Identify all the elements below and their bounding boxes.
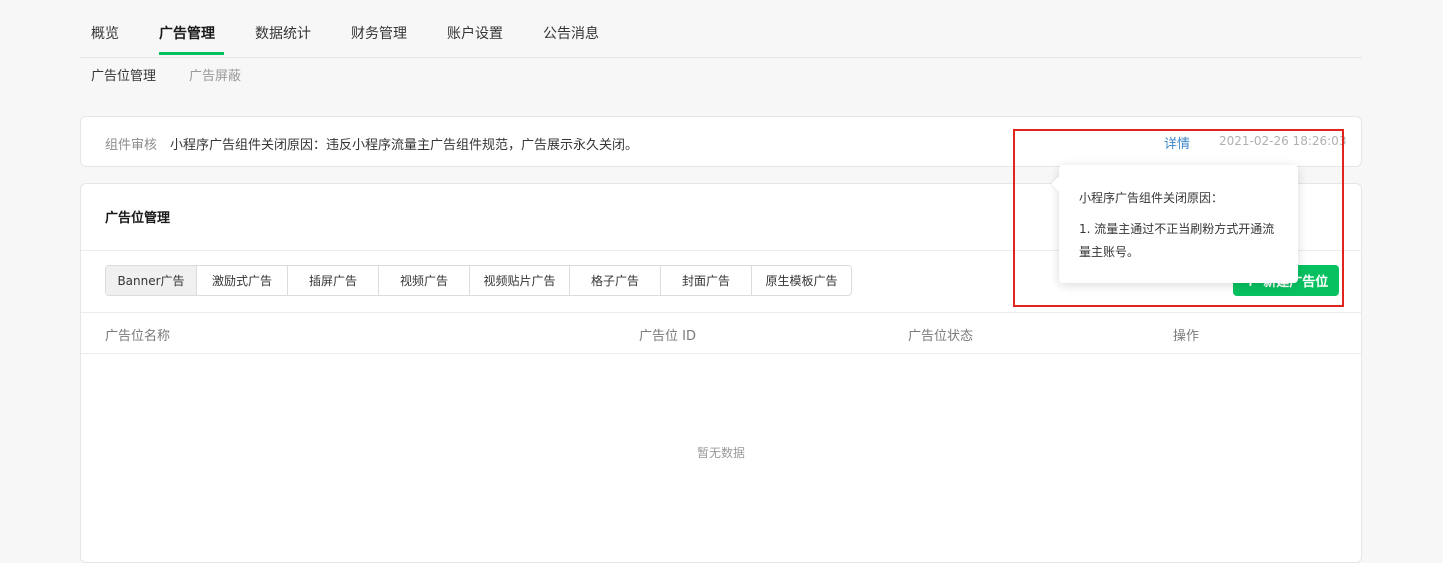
ad-type-grid[interactable]: 格子广告 <box>570 266 661 295</box>
top-navigation: 概览 广告管理 数据统计 财务管理 账户设置 公告消息 <box>80 0 1362 58</box>
column-actions: 操作 <box>1173 329 1200 344</box>
ad-type-cover[interactable]: 封面广告 <box>661 266 752 295</box>
highlight-box <box>1013 129 1344 307</box>
column-ad-slot-id: 广告位 ID <box>639 329 696 344</box>
ad-type-native-template[interactable]: 原生模板广告 <box>752 266 851 295</box>
ad-type-rewarded[interactable]: 激励式广告 <box>197 266 288 295</box>
ad-type-interstitial[interactable]: 插屏广告 <box>288 266 379 295</box>
tab-announcements[interactable]: 公告消息 <box>543 24 599 44</box>
tab-data-statistics[interactable]: 数据统计 <box>255 24 311 44</box>
notice-message: 小程序广告组件关闭原因：违反小程序流量主广告组件规范，广告展示永久关闭。 <box>170 138 639 153</box>
panel-title: 广告位管理 <box>105 211 171 226</box>
tab-account-settings[interactable]: 账户设置 <box>447 24 503 44</box>
tab-overview[interactable]: 概览 <box>91 24 119 44</box>
ad-type-banner[interactable]: Banner广告 <box>106 266 197 295</box>
tab-ad-management[interactable]: 广告管理 <box>159 24 215 44</box>
column-ad-slot-status: 广告位状态 <box>908 329 974 344</box>
ad-type-video-patch[interactable]: 视频贴片广告 <box>470 266 570 295</box>
ad-type-segmented-control: Banner广告 激励式广告 插屏广告 视频广告 视频贴片广告 格子广告 封面广… <box>105 265 852 296</box>
column-ad-slot-name: 广告位名称 <box>105 329 171 344</box>
subtab-ad-slot-management[interactable]: 广告位管理 <box>91 68 156 86</box>
subtab-ad-blocking[interactable]: 广告屏蔽 <box>189 68 241 86</box>
empty-state-text: 暂无数据 <box>696 446 745 460</box>
active-tab-indicator <box>159 52 224 55</box>
tab-finance-management[interactable]: 财务管理 <box>351 24 407 44</box>
ad-type-video[interactable]: 视频广告 <box>379 266 470 295</box>
notice-label: 组件审核 <box>105 138 158 153</box>
table-header: 广告位名称 广告位 ID 广告位状态 操作 <box>81 312 1361 354</box>
